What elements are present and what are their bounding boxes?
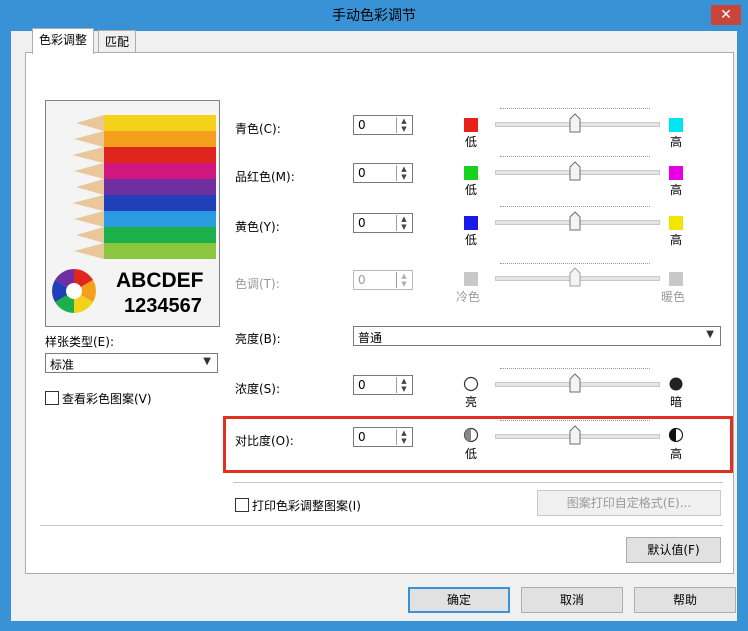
magenta-high-label: 高 (670, 183, 683, 197)
contrast-highlight-box (223, 416, 733, 473)
tone-slider-thumb[interactable] (569, 267, 581, 287)
cyan-value: 0 (358, 118, 366, 132)
yellow-high-swatch (669, 216, 683, 230)
title-bar[interactable]: 手动色彩调节 ✕ (1, 1, 747, 31)
chevron-down-icon: ▼ (706, 329, 714, 340)
tone-value: 0 (358, 273, 366, 287)
cancel-button[interactable]: 取消 (521, 587, 623, 613)
pencils-icon (72, 115, 216, 259)
paper-type-label: 样张类型(E): (45, 335, 114, 349)
tab-matching[interactable]: 匹配 (98, 30, 137, 53)
magenta-high-swatch (669, 166, 683, 180)
contrast-value: 0 (358, 430, 366, 444)
dark-circle-icon (669, 377, 683, 391)
spin-arrows-icon[interactable]: ▲ ▼ (396, 272, 411, 288)
magenta-label: 品红色(M): (235, 170, 295, 184)
spin-arrows-icon[interactable]: ▲ ▼ (396, 377, 411, 393)
magenta-spinbox[interactable]: 0 ▲ ▼ (353, 163, 413, 183)
view-color-pattern-label: 查看彩色图案(V) (62, 392, 152, 406)
density-ticks (500, 368, 650, 371)
separator (40, 525, 723, 527)
print-pattern-label: 打印色彩调整图案(I) (252, 499, 361, 513)
cyan-low-swatch (464, 118, 478, 132)
view-color-pattern-checkbox[interactable] (45, 391, 59, 405)
tone-spinbox[interactable]: 0 ▲ ▼ (353, 270, 413, 290)
contrast-high-label: 高 (670, 447, 683, 461)
contrast-spinbox[interactable]: 0 ▲ ▼ (353, 427, 413, 447)
color-wheel-icon (52, 269, 96, 313)
preview-image: ABCDEF 1234567 (45, 100, 220, 327)
print-pattern-checkbox[interactable] (235, 498, 249, 512)
yellow-slider-thumb[interactable] (569, 211, 581, 231)
yellow-value: 0 (358, 216, 366, 230)
magenta-ticks (500, 156, 650, 159)
magenta-low-swatch (464, 166, 478, 180)
brightness-select[interactable]: 普通 ▼ (353, 326, 721, 346)
magenta-low-label: 低 (465, 183, 478, 197)
spin-arrows-icon[interactable]: ▲ ▼ (396, 215, 411, 231)
spin-arrows-icon[interactable]: ▲ ▼ (396, 117, 411, 133)
yellow-label: 黄色(Y): (235, 220, 280, 234)
density-slider-thumb[interactable] (569, 373, 581, 393)
density-spinbox[interactable]: 0 ▲ ▼ (353, 375, 413, 395)
low-contrast-icon (463, 427, 479, 443)
brightness-label: 亮度(B): (235, 332, 281, 346)
contrast-low-label: 低 (465, 447, 478, 461)
yellow-spinbox[interactable]: 0 ▲ ▼ (353, 213, 413, 233)
density-low-label: 亮 (465, 395, 478, 409)
high-contrast-icon (668, 427, 684, 443)
density-high-label: 暗 (670, 395, 683, 409)
dialog-title: 手动色彩调节 (332, 8, 416, 24)
spin-arrows-icon[interactable]: ▲ ▼ (396, 165, 411, 181)
pattern-print-settings-button[interactable]: 图案打印自定格式(E)... (537, 490, 721, 516)
preview-text-numbers: 1234567 (124, 295, 202, 317)
tone-low-swatch (464, 272, 478, 286)
density-label: 浓度(S): (235, 382, 281, 396)
tone-label: 色调(T): (235, 277, 280, 291)
paper-type-value: 标准 (50, 358, 75, 372)
tone-high-swatch (669, 272, 683, 286)
light-circle-icon (463, 376, 479, 392)
ok-button[interactable]: 确定 (408, 587, 510, 613)
spin-arrows-icon[interactable]: ▲ ▼ (396, 429, 411, 445)
cyan-slider-thumb[interactable] (569, 113, 581, 133)
yellow-low-label: 低 (465, 233, 478, 247)
tone-ticks (500, 263, 650, 266)
close-button[interactable]: ✕ (711, 5, 741, 25)
defaults-button[interactable]: 默认值(F) (626, 537, 721, 563)
yellow-ticks (500, 206, 650, 209)
cyan-spinbox[interactable]: 0 ▲ ▼ (353, 115, 413, 135)
cyan-low-label: 低 (465, 135, 478, 149)
tab-color-adjustment[interactable]: 色彩调整 (32, 28, 95, 54)
cyan-high-label: 高 (670, 135, 683, 149)
paper-type-select[interactable]: 标准 ▼ (45, 353, 218, 373)
magenta-slider-thumb[interactable] (569, 161, 581, 181)
cyan-high-swatch (669, 118, 683, 132)
tone-high-label: 暖色 (661, 290, 686, 304)
contrast-ticks (500, 420, 650, 423)
help-button[interactable]: 帮助 (634, 587, 736, 613)
density-value: 0 (358, 378, 366, 392)
contrast-label: 对比度(O): (235, 434, 294, 448)
yellow-low-swatch (464, 216, 478, 230)
cyan-label: 青色(C): (235, 122, 281, 136)
separator (233, 482, 723, 484)
preview-text-letters: ABCDEF (116, 269, 204, 292)
yellow-high-label: 高 (670, 233, 683, 247)
contrast-slider-thumb[interactable] (569, 425, 581, 445)
magenta-value: 0 (358, 166, 366, 180)
cyan-ticks (500, 108, 650, 111)
tone-low-label: 冷色 (456, 290, 481, 304)
chevron-down-icon: ▼ (203, 356, 211, 367)
brightness-value: 普通 (358, 331, 383, 345)
